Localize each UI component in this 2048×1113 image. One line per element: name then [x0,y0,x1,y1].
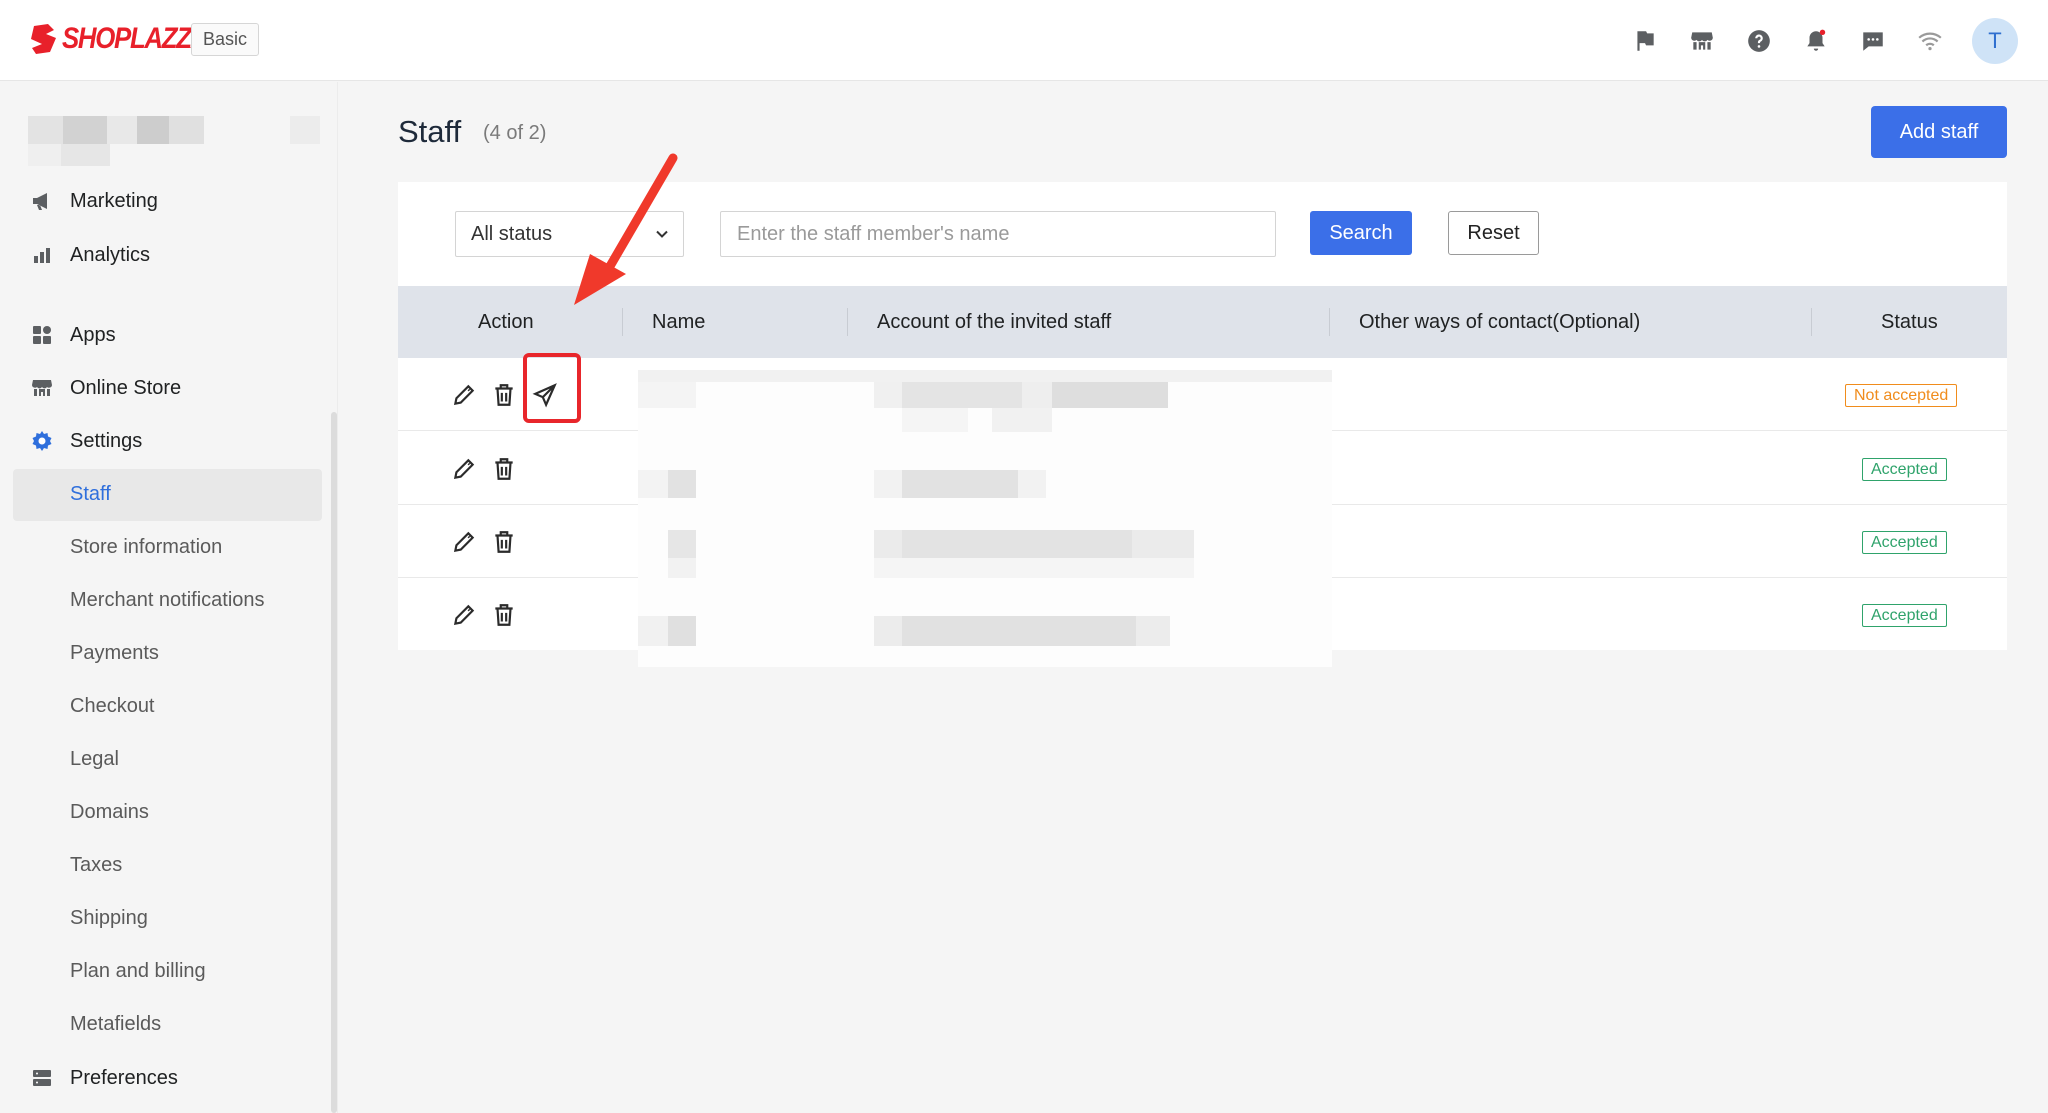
sidebar: Marketing Analytics Apps Online Store Se… [0,82,338,1113]
sidebar-item-analytics[interactable]: Analytics [30,243,150,267]
store-icon[interactable] [1686,25,1718,57]
logo-mark-icon [31,24,56,54]
edit-icon[interactable] [451,456,477,482]
status-badge: Accepted [1862,604,1947,627]
sidebar-subitem-shipping[interactable]: Shipping [70,907,148,930]
column-status: Status [1881,311,1938,333]
column-other-contact: Other ways of contact(Optional) [1359,311,1641,333]
sidebar-subitem-checkout[interactable]: Checkout [70,695,155,718]
column-divider [1811,308,1812,336]
top-bar: SHOPLAZZA Basic T [0,0,2048,81]
sidebar-item-label: Settings [70,429,143,452]
status-badge: Not accepted [1845,384,1958,407]
send-invitation-highlight [523,353,581,423]
edit-icon[interactable] [451,382,477,408]
search-button[interactable]: Search [1310,211,1412,255]
active-item-highlight [13,469,322,521]
edit-icon[interactable] [451,529,477,555]
server-icon [33,1070,51,1086]
page-title: Staff [398,114,462,149]
sidebar-subitem-metafields[interactable]: Metafields [70,1013,161,1036]
help-icon[interactable] [1743,25,1775,57]
top-icons: T [1604,18,2018,64]
sidebar-subitem-store-information[interactable]: Store information [70,536,222,559]
wifi-icon[interactable] [1914,25,1946,57]
sidebar-item-preferences[interactable]: Preferences [30,1066,178,1090]
sidebar-item-label: Preferences [70,1066,178,1089]
store-name-redacted[interactable] [28,116,204,144]
sidebar-subitem-staff[interactable]: Staff [70,483,111,506]
sidebar-subitem-plan-and-billing[interactable]: Plan and billing [70,960,206,983]
staff-count: (4 of 2) [483,122,547,144]
sidebar-item-apps[interactable]: Apps [30,323,116,347]
sidebar-item-online-store[interactable]: Online Store [30,376,181,400]
store-url-redacted [28,144,110,166]
sidebar-item-label: Apps [70,323,116,346]
trash-icon[interactable] [491,529,517,555]
bar-chart-icon [34,248,50,263]
sidebar-subitem-merchant-notifications[interactable]: Merchant notifications [70,589,265,612]
flag-icon[interactable] [1629,25,1661,57]
column-divider [1329,308,1330,336]
add-staff-button[interactable]: Add staff [1871,106,2007,158]
store-switch-icon[interactable] [290,116,320,144]
sidebar-item-label: Online Store [70,376,182,399]
sidebar-item-settings[interactable]: Settings [30,429,142,453]
status-badge: Accepted [1862,458,1947,481]
status-badge: Accepted [1862,531,1947,554]
trash-icon[interactable] [491,456,517,482]
apps-icon [33,326,51,344]
chat-icon[interactable] [1857,25,1889,57]
storefront-icon [32,380,52,396]
column-account: Account of the invited staff [877,311,1112,333]
reset-button[interactable]: Reset [1448,211,1539,255]
sidebar-subitem-payments[interactable]: Payments [70,642,159,665]
avatar[interactable]: T [1972,18,2018,64]
trash-icon[interactable] [491,382,517,408]
plan-badge: Basic [191,23,260,56]
brand-name: SHOPLAZZA [62,22,209,55]
staff-name-search-input[interactable]: Enter the staff member's name [720,211,1276,257]
sidebar-item-marketing[interactable]: Marketing [30,189,158,213]
megaphone-icon [33,193,47,210]
gear-icon [32,431,52,451]
annotation-arrow-icon [574,153,678,305]
sidebar-subitem-taxes[interactable]: Taxes [70,854,122,877]
sidebar-item-label: Marketing [70,189,158,212]
sidebar-subitem-domains[interactable]: Domains [70,801,149,824]
sidebar-scrollbar[interactable] [331,412,337,1113]
sidebar-item-label: Analytics [70,243,151,266]
column-divider [847,308,848,336]
edit-icon[interactable] [451,602,477,628]
sidebar-subitem-legal[interactable]: Legal [70,748,119,771]
redacted-staff-details [638,370,1332,667]
column-action: Action [478,311,534,333]
status-filter-value: All status [471,223,553,245]
trash-icon[interactable] [491,602,517,628]
bell-icon[interactable] [1800,25,1832,57]
